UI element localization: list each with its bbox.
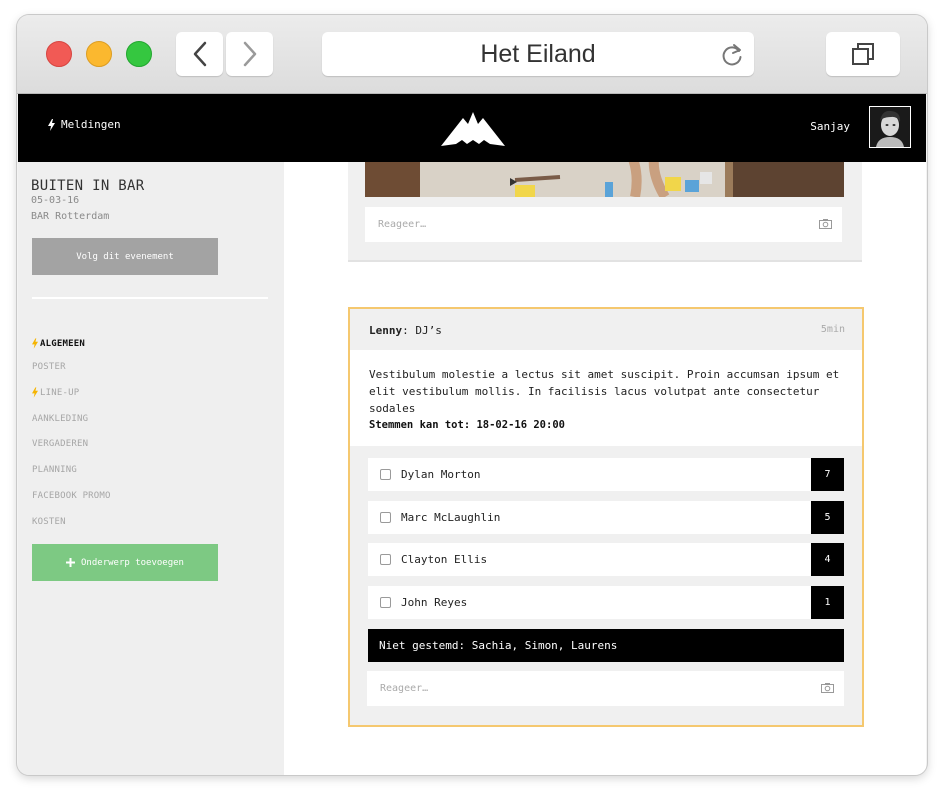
reply-input[interactable]: Reageer… bbox=[365, 207, 842, 242]
poll-checkbox[interactable] bbox=[380, 597, 391, 608]
browser-titlebar: Het Eiland bbox=[17, 15, 927, 94]
poll-option-name: Marc McLaughlin bbox=[401, 511, 501, 524]
poll-vote-count: 1 bbox=[811, 586, 844, 619]
post-topic: : DJ’s bbox=[402, 324, 442, 337]
post-text: Vestibulum molestie a lectus sit amet su… bbox=[369, 368, 840, 415]
reply-placeholder: Reageer… bbox=[380, 683, 429, 694]
poll-option[interactable]: Clayton Ellis 4 bbox=[368, 543, 844, 576]
sidebar-item-line-up[interactable]: LINE-UP bbox=[32, 387, 79, 398]
back-button[interactable] bbox=[176, 32, 223, 76]
forward-button[interactable] bbox=[226, 32, 273, 76]
sidebar-item-label: VERGADEREN bbox=[32, 439, 89, 449]
plus-icon bbox=[66, 558, 76, 567]
add-topic-label: Onderwerp toevoegen bbox=[81, 557, 184, 568]
follow-event-button[interactable]: Volg dit evenement bbox=[32, 238, 218, 275]
poll-vote-count: 7 bbox=[811, 458, 844, 491]
sidebar-item-label: AANKLEDING bbox=[32, 414, 89, 424]
sidebar-item-aankleding[interactable]: AANKLEDING bbox=[32, 414, 88, 424]
back-chevron-icon bbox=[193, 41, 206, 67]
mountain-logo-icon[interactable] bbox=[441, 110, 505, 146]
poll-checkbox[interactable] bbox=[380, 469, 391, 480]
poll-option-name: John Reyes bbox=[401, 596, 468, 609]
camera-icon[interactable] bbox=[819, 219, 832, 229]
poll-option[interactable]: Marc McLaughlin 5 bbox=[368, 501, 844, 534]
sidebar-item-kosten[interactable]: KOSTEN bbox=[32, 517, 66, 527]
lightning-icon bbox=[32, 338, 38, 349]
post-header: Lenny: DJ’s 5min bbox=[350, 309, 862, 350]
post-body: Vestibulum molestie a lectus sit amet su… bbox=[350, 350, 862, 446]
poll-option[interactable]: Dylan Morton 7 bbox=[368, 458, 844, 491]
post-author[interactable]: Lenny bbox=[369, 324, 402, 337]
poll-option-name: Dylan Morton bbox=[401, 468, 481, 481]
not-voted-text: Niet gestemd: Sachia, Simon, Laurens bbox=[379, 639, 618, 652]
event-venue: BAR Rotterdam bbox=[31, 211, 110, 222]
feed: Reageer… Lenny: DJ’s 5min Vestibulum mol… bbox=[284, 162, 926, 775]
sidebar-item-label: ALGEMEEN bbox=[40, 338, 85, 349]
maximize-window-button[interactable] bbox=[126, 41, 152, 67]
lightning-icon bbox=[48, 118, 55, 131]
tabs-button[interactable] bbox=[826, 32, 900, 76]
sidebar-item-vergaderen[interactable]: VERGADEREN bbox=[32, 439, 88, 449]
vote-deadline: Stemmen kan tot: 18-02-16 20:00 bbox=[369, 419, 565, 431]
sidebar-item-label: KOSTEN bbox=[32, 517, 66, 527]
poll-checkbox[interactable] bbox=[380, 512, 391, 523]
reload-icon[interactable] bbox=[720, 42, 744, 68]
post-card: Reageer… bbox=[348, 162, 862, 262]
event-title: BUITEN IN BAR bbox=[31, 178, 145, 194]
post-time: 5min bbox=[820, 324, 845, 335]
sidebar-item-label: PLANNING bbox=[32, 465, 77, 475]
avatar[interactable] bbox=[869, 106, 911, 148]
forward-chevron-icon bbox=[243, 41, 256, 67]
browser-window: Het Eiland Meldingen Sanjay BUITEN IN BA… bbox=[17, 15, 927, 775]
minimize-window-button[interactable] bbox=[86, 41, 112, 67]
reply-input[interactable]: Reageer… bbox=[367, 671, 844, 706]
poll-vote-count: 4 bbox=[811, 543, 844, 576]
notifications-link[interactable]: Meldingen bbox=[48, 118, 121, 131]
sidebar-item-planning[interactable]: PLANNING bbox=[32, 465, 77, 475]
username[interactable]: Sanjay bbox=[810, 120, 850, 133]
sidebar-item-label: FACEBOOK PROMO bbox=[32, 491, 111, 501]
not-voted-bar: Niet gestemd: Sachia, Simon, Laurens bbox=[368, 629, 844, 662]
close-window-button[interactable] bbox=[46, 41, 72, 67]
event-date: 05-03-16 bbox=[31, 195, 80, 206]
sidebar-item-label: POSTER bbox=[32, 362, 66, 372]
poll-option-name: Clayton Ellis bbox=[401, 553, 488, 566]
lightning-icon bbox=[32, 387, 38, 398]
tabs-icon bbox=[852, 43, 874, 65]
poll-vote-count: 5 bbox=[811, 501, 844, 534]
poll-option[interactable]: John Reyes 1 bbox=[368, 586, 844, 619]
sidebar-divider bbox=[32, 297, 268, 299]
camera-icon[interactable] bbox=[821, 683, 834, 693]
post-title: Lenny: DJ’s bbox=[369, 324, 442, 337]
app-header: Meldingen Sanjay bbox=[18, 94, 926, 162]
address-bar[interactable]: Het Eiland bbox=[322, 32, 754, 76]
sidebar-item-algemeen[interactable]: ALGEMEEN bbox=[32, 338, 85, 349]
post-image bbox=[365, 162, 844, 197]
reply-placeholder: Reageer… bbox=[378, 219, 427, 230]
add-topic-button[interactable]: Onderwerp toevoegen bbox=[32, 544, 218, 581]
sidebar-item-poster[interactable]: POSTER bbox=[32, 362, 66, 372]
sidebar: BUITEN IN BAR 05-03-16 BAR Rotterdam Vol… bbox=[18, 162, 284, 775]
sidebar-item-facebook-promo[interactable]: FACEBOOK PROMO bbox=[32, 491, 111, 501]
poll-post-card: Lenny: DJ’s 5min Vestibulum molestie a l… bbox=[348, 307, 864, 727]
poll-checkbox[interactable] bbox=[380, 554, 391, 565]
sidebar-item-label: LINE-UP bbox=[40, 387, 80, 398]
page-title: Het Eiland bbox=[480, 40, 596, 68]
notifications-label: Meldingen bbox=[61, 118, 121, 131]
